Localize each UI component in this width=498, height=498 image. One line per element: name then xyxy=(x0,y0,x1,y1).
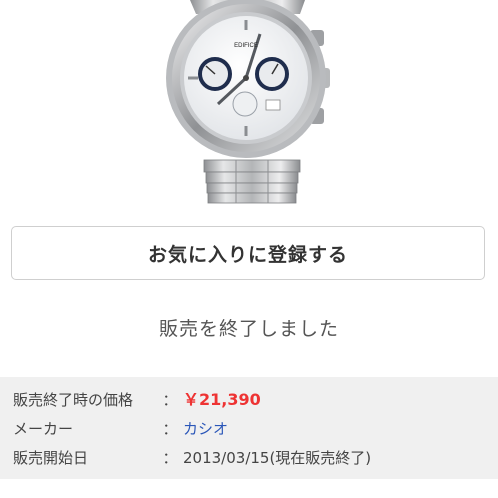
price-row: 販売終了時の価格 ： ￥21,390 xyxy=(13,390,261,410)
add-to-favorites-label: お気に入りに登録する xyxy=(147,243,348,266)
price-label: 販売終了時の価格 xyxy=(13,391,134,409)
product-details: 販売終了時の価格 ： ￥21,390 メーカー ： カシオ 販売開始日 ： 2013/03/… xyxy=(0,377,498,479)
release-label: 販売開始日 xyxy=(13,449,89,467)
maker-row: メーカー ： カシオ xyxy=(13,419,228,439)
price-value: ￥21,390 xyxy=(183,390,261,409)
add-to-favorites-button[interactable]: お気に入りに登録する xyxy=(11,226,485,280)
maker-separator: ： xyxy=(162,420,178,438)
watch-image: EDIFICE xyxy=(166,0,330,204)
release-value: 2013/03/15(現在販売終了) xyxy=(183,449,372,467)
release-separator: ： xyxy=(162,449,178,467)
brand-logo: EDIFICE xyxy=(234,43,258,49)
maker-label: メーカー xyxy=(13,420,74,438)
product-image[interactable]: EDIFICE xyxy=(0,0,498,222)
release-row: 販売開始日 ： 2013/03/15(現在販売終了) xyxy=(13,448,371,468)
sold-out-message: 販売を終了しました xyxy=(158,318,339,340)
price-separator: ： xyxy=(162,391,178,409)
maker-link[interactable]: カシオ xyxy=(183,419,228,439)
